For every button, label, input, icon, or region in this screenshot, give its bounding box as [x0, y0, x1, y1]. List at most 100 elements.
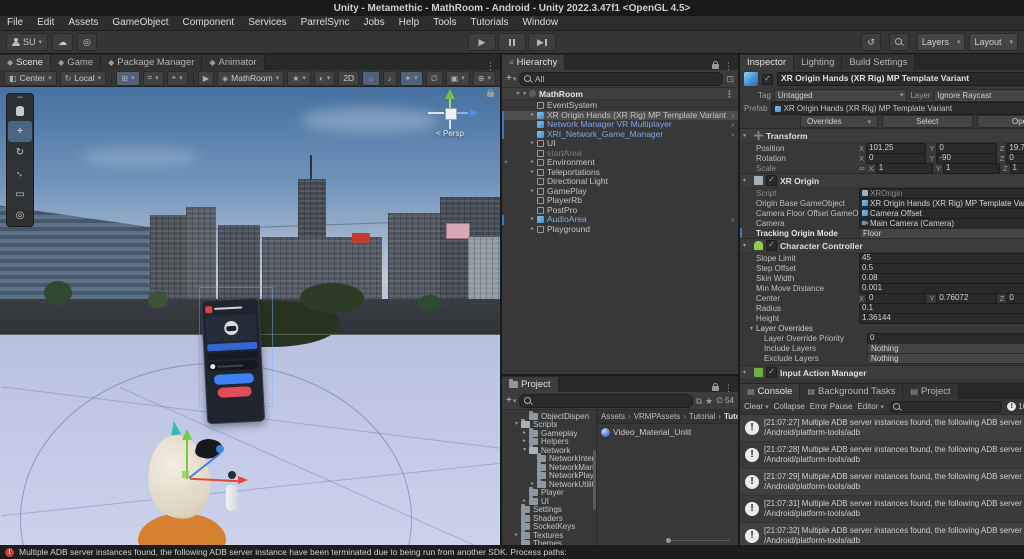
hierarchy-row[interactable]: ▸ Teleportations — [502, 168, 738, 178]
value-input[interactable]: 0.5 — [859, 263, 1024, 274]
account-button[interactable]: SU ▾ — [6, 33, 48, 51]
lock-icon[interactable] — [487, 92, 494, 98]
property-row[interactable]: Min Move Distance X Y Z 0.001 0.001▾ — [740, 283, 1024, 293]
hierarchy-row[interactable]: EventSystem — [502, 101, 738, 111]
breadcrumb-item[interactable]: TutorialMaterials — [715, 412, 738, 421]
gizmos-button[interactable]: ⊕▾ — [473, 71, 496, 86]
hierarchy-row[interactable]: ⌖ ▸ Environment — [502, 158, 738, 168]
tag-dropdown[interactable]: Untagged▾ — [774, 89, 908, 102]
y-input[interactable]: 1 — [943, 163, 1000, 174]
hierarchy-search-field[interactable] — [519, 72, 723, 86]
console-tab[interactable]: ▤ Console — [740, 384, 800, 399]
menu-item[interactable]: Window — [516, 16, 566, 30]
move-gizmo-x-cone[interactable] — [238, 476, 248, 484]
project-search-field[interactable] — [519, 394, 692, 408]
scene-viewport[interactable]: ▬ + ↻ ↔ ▭ ◎ < Persp — [0, 87, 500, 545]
overrides-dropdown[interactable]: Overrides▾ — [800, 115, 878, 128]
menu-item[interactable]: Component — [176, 16, 242, 30]
property-row[interactable]: Step Offset X Y Z 0.5 0.5▾ — [740, 263, 1024, 273]
console-entry[interactable]: ! [21:07:29] Multiple ADB server instanc… — [740, 469, 1024, 496]
snap-settings-button[interactable]: ⌖▾ — [167, 71, 188, 86]
prefab-arrow-icon[interactable]: › — [731, 111, 734, 121]
orientation-gizmo[interactable]: < Persp — [422, 89, 478, 141]
xr-origin-header[interactable]: ▾ ✓ XR Origin ?⇄⋮ — [740, 173, 1024, 188]
menu-item[interactable]: Services — [241, 16, 293, 30]
gizmo-y-axis[interactable] — [445, 89, 455, 99]
select-button[interactable]: Select — [882, 115, 973, 128]
play-focused-button[interactable]: ▶ — [198, 71, 214, 86]
step-button[interactable]: ▶ — [528, 33, 556, 51]
foldout-icon[interactable]: ▾ — [750, 325, 753, 332]
property-row[interactable]: Rotation X0 Y-90 Z0 ⊙ ▾ — [740, 153, 1024, 163]
kebab-menu-icon[interactable]: ⋮ — [486, 62, 495, 70]
audio-toggle-button[interactable]: ♪ — [383, 71, 397, 86]
hierarchy-row[interactable]: PostPro — [502, 206, 738, 216]
value-input[interactable]: 0.1 — [859, 303, 1024, 314]
menu-item[interactable]: GameObject — [105, 16, 175, 30]
layer-dropdown[interactable]: Ignore Raycast▾ — [934, 89, 1024, 102]
menu-item[interactable]: Assets — [61, 16, 105, 30]
tree-row[interactable]: Player — [502, 489, 596, 498]
hidden-objects-button[interactable]: ∅ — [426, 71, 443, 86]
increment-snap-button[interactable]: ⌗▾ — [143, 71, 164, 86]
layers-dropdown[interactable]: Layers▾ — [917, 33, 966, 51]
pointer-icon[interactable]: ⌖ — [516, 90, 520, 98]
lock-icon[interactable] — [712, 386, 719, 392]
menu-item[interactable]: Tutorials — [464, 16, 516, 30]
dropdown[interactable]: Floor▾ — [859, 228, 1024, 239]
foldout-icon[interactable]: ▾ — [743, 177, 751, 184]
property-row[interactable]: Center X0 Y0.76072 Z0 ▾ — [740, 293, 1024, 303]
hierarchy-row[interactable]: Network Manager VR Multiplayer › — [502, 120, 738, 130]
property-row[interactable]: Exclude Layers Nothing Nothing▾ — [740, 353, 1024, 363]
foldout-icon[interactable]: ▾ — [743, 132, 751, 139]
collapse-button[interactable]: Collapse — [774, 402, 805, 411]
project-search-input[interactable] — [535, 396, 688, 406]
draw-mode-button[interactable]: ◐▾ — [314, 71, 335, 86]
view-tab[interactable]: ◆ Animator — [202, 55, 264, 70]
move-gizmo-z-handle[interactable] — [216, 445, 224, 453]
prefab-arrow-icon[interactable]: › — [731, 120, 734, 130]
kebab-menu-icon[interactable]: ⋮ — [725, 90, 734, 98]
camera-settings-button[interactable]: ▣▾ — [446, 71, 470, 86]
view-tab[interactable]: ◆ Game — [51, 55, 101, 70]
layout-dropdown[interactable]: Layout▾ — [969, 33, 1018, 51]
pause-button[interactable] — [498, 33, 526, 51]
gizmo-z-axis[interactable] — [470, 109, 478, 117]
breadcrumb-item[interactable]: VRMPAssets — [625, 412, 680, 421]
slider-handle[interactable] — [666, 538, 671, 543]
property-row[interactable]: Tracking Origin Mode Floor Floor⊙ Floor▾ — [740, 228, 1024, 238]
z-input[interactable]: 1 — [1010, 163, 1024, 174]
hierarchy-row[interactable]: ▸ AudioArea › — [502, 215, 738, 225]
menu-item[interactable]: Tools — [426, 16, 463, 30]
hierarchy-search-input[interactable] — [535, 74, 719, 84]
prefab-arrow-icon[interactable]: › — [731, 130, 734, 140]
enabled-checkbox[interactable]: ✓ — [766, 175, 777, 186]
foldout-icon[interactable]: ▸ — [528, 215, 537, 225]
foldout-icon[interactable]: ▾ — [523, 90, 526, 97]
property-row[interactable]: Camera Floor Offset GameObject Camera Of… — [740, 208, 1024, 218]
menu-item[interactable]: Help — [392, 16, 427, 30]
transform-tool-button[interactable]: ◎ — [8, 205, 32, 226]
menu-item[interactable]: File — [0, 16, 30, 30]
effects-button[interactable]: ✦▾ — [400, 71, 423, 86]
open-asset-icon[interactable]: ⧉ — [696, 397, 702, 405]
version-control-button[interactable]: ◎ — [77, 33, 97, 51]
console-entry[interactable]: ! [21:07:31] Multiple ADB server instanc… — [740, 496, 1024, 523]
move-gizmo-y-cone[interactable] — [182, 429, 192, 440]
console-entry[interactable]: ! [21:07:32] Multiple ADB server instanc… — [740, 523, 1024, 545]
breadcrumb-item[interactable]: Assets — [601, 412, 625, 421]
asset-item[interactable]: Video_Material_Unlit — [601, 427, 734, 437]
move-gizmo-plane-handle[interactable] — [182, 471, 189, 478]
property-row[interactable]: Script XROrigin XROrigin⊙ XROrigin▾ — [740, 188, 1024, 198]
z-input[interactable]: 0 — [1006, 293, 1024, 304]
open-button[interactable]: Open — [977, 115, 1024, 128]
create-button[interactable]: +▾ — [506, 73, 516, 84]
dropdown[interactable]: Nothing▾ — [867, 343, 1024, 354]
grid-snap-button[interactable]: ⊞▾ — [116, 71, 139, 86]
console-search-field[interactable] — [889, 401, 1002, 413]
scene-root-row[interactable]: ⌖ ▾ MathRoom ⋮ — [502, 88, 738, 100]
hierarchy-row[interactable]: Directional Light — [502, 177, 738, 187]
gameobject-name-field[interactable]: XR Origin Hands (XR Rig) MP Template Var… — [777, 72, 1024, 86]
value-input[interactable]: 1.36144 — [859, 313, 1024, 324]
enabled-checkbox[interactable]: ✓ — [766, 240, 777, 251]
